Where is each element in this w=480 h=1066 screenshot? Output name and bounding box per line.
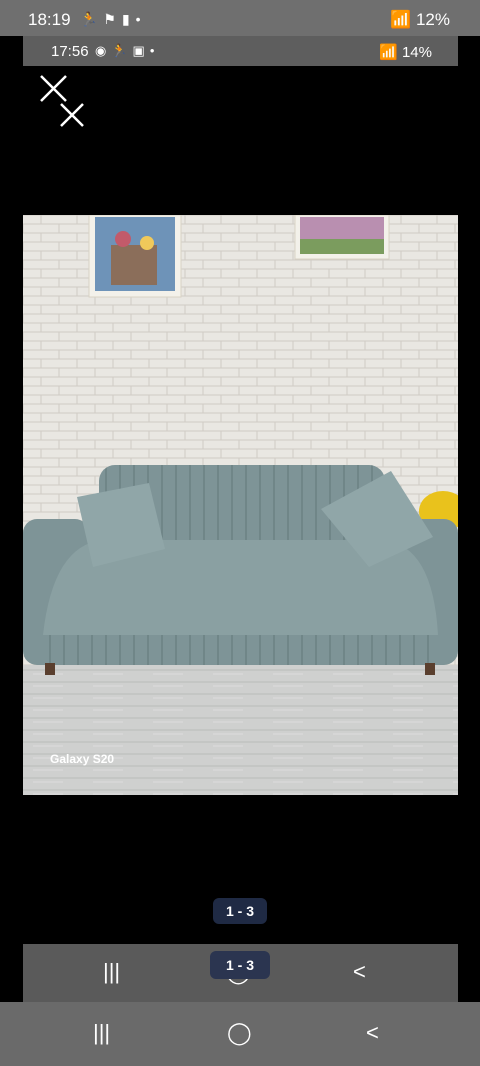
wifi-icon: 📶 [390, 10, 412, 29]
sofa-photo [23, 215, 458, 795]
camera-watermark: Galaxy S20 [50, 752, 115, 766]
inner-status-time: 17:56 [51, 43, 89, 60]
inner-battery-percent: 14% [401, 44, 432, 61]
status-notification-icons: 🏃⚑▮• [80, 11, 147, 27]
outer-status-bar: 18:19 🏃⚑▮• 📶 12% [0, 0, 480, 36]
outer-recent-apps-icon[interactable]: ||| [93, 1020, 110, 1046]
outer-home-icon[interactable]: ◯ [227, 1020, 252, 1046]
inner-status-right: 📶 14% [379, 43, 432, 61]
battery-percent: 12% [415, 10, 450, 29]
recent-apps-icon[interactable]: ||| [103, 959, 120, 985]
inner-screenshot-frame: 17:56 ◉🏃▣• 📶 14% Galaxy S20 1 - 3 ||| < … [23, 36, 458, 1002]
inner-notification-icons: ◉🏃▣• [95, 43, 160, 58]
status-time: 18:19 [28, 10, 71, 29]
inner-status-bar: 17:56 ◉🏃▣• 📶 14% [23, 36, 458, 66]
image-counter-overlay: 1 - 3 [210, 951, 270, 979]
image-counter: 1 - 3 [213, 898, 267, 924]
status-right: 📶 12% [390, 10, 450, 30]
close-icon[interactable] [39, 74, 89, 129]
outer-back-icon[interactable]: < [366, 1020, 379, 1046]
listing-photo[interactable]: Galaxy S20 [23, 215, 458, 795]
back-icon[interactable]: < [353, 959, 366, 985]
outer-navigation-bar: ||| ◯ < [0, 1002, 480, 1066]
inner-wifi-icon: 📶 [379, 44, 398, 61]
